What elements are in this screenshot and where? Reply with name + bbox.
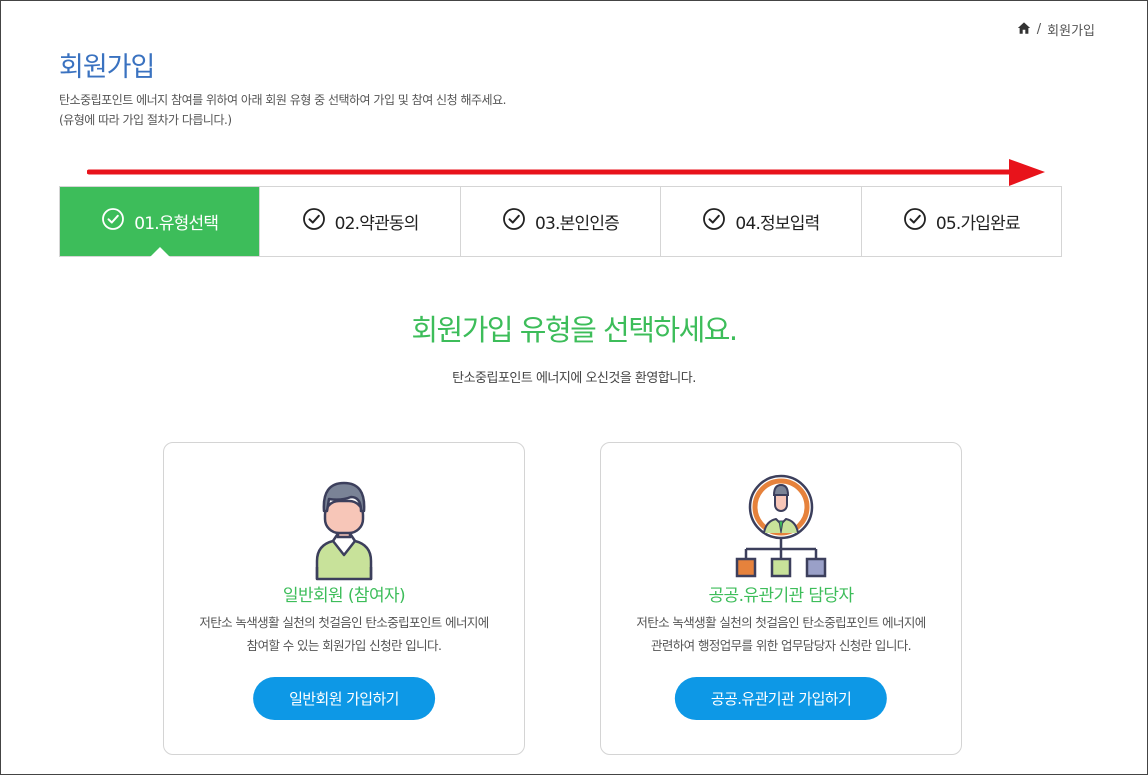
public-agency-join-button[interactable]: 공공.유관기관 가입하기: [674, 677, 888, 720]
breadcrumb: / 회원가입: [1017, 20, 1095, 39]
card-description-line: 저탄소 녹색생활 실천의 첫걸음인 탄소중립포인트 에너지에: [199, 615, 489, 630]
card-title: 일반회원 (참여자): [282, 586, 406, 606]
page-description: 탄소중립포인트 에너지 참여를 위하여 아래 회원 유형 중 선택하여 가입 및…: [59, 90, 506, 130]
public-agency-card: 공공.유관기관 담당자 저탄소 녹색생활 실천의 첫걸음인 탄소중립포인트 에너…: [600, 442, 962, 755]
step-signup-complete[interactable]: 05.가입완료: [860, 187, 1061, 256]
annotation-arrow-icon: [87, 159, 1045, 186]
step-label: 04.정보입력: [735, 214, 820, 234]
card-description-line: 저탄소 녹색생활 실천의 첫걸음인 탄소중립포인트 에너지에: [636, 615, 926, 630]
description-line-1: 탄소중립포인트 에너지 참여를 위하여 아래 회원 유형 중 선택하여 가입 및…: [59, 93, 506, 107]
check-circle-icon: [502, 207, 526, 236]
description-line-2: (유형에 따라 가입 절차가 다릅니다.): [59, 113, 232, 127]
check-circle-icon: [101, 207, 125, 236]
card-description: 저탄소 녹색생활 실천의 첫걸음인 탄소중립포인트 에너지에 관련하여 행정업무…: [601, 611, 961, 657]
check-circle-icon: [302, 207, 326, 236]
signup-steps: 01.유형선택 02.약관동의 03.본인인증 04.정보입력 05.가입완료: [59, 186, 1062, 257]
step-terms-agree[interactable]: 02.약관동의: [259, 187, 459, 256]
card-description-line: 관련하여 행정업무를 위한 업무담당자 신청란 입니다.: [650, 638, 912, 653]
card-description-line: 참여할 수 있는 회원가입 신청란 입니다.: [246, 638, 442, 653]
step-label: 01.유형선택: [134, 214, 219, 234]
welcome-text: 탄소중립포인트 에너지에 오신것을 환영합니다.: [452, 371, 696, 386]
check-circle-icon: [903, 207, 927, 236]
step-type-select[interactable]: 01.유형선택: [60, 187, 260, 256]
general-member-card: 일반회원 (참여자) 저탄소 녹색생활 실천의 첫걸음인 탄소중립포인트 에너지…: [163, 442, 525, 755]
home-icon[interactable]: [1017, 21, 1031, 39]
person-icon: [315, 481, 373, 581]
step-identity-verify[interactable]: 03.본인인증: [459, 187, 660, 256]
step-label: 05.가입완료: [935, 214, 1021, 234]
step-info-input[interactable]: 04.정보입력: [660, 187, 860, 256]
breadcrumb-separator: /: [1036, 22, 1042, 37]
organization-manager-icon: [735, 474, 827, 578]
general-join-button[interactable]: 일반회원 가입하기: [253, 677, 435, 720]
card-title: 공공.유관기관 담당자: [708, 586, 855, 606]
breadcrumb-current: 회원가입: [1047, 24, 1095, 39]
section-headline: 회원가입 유형을 선택하세요.: [411, 313, 738, 347]
step-label: 03.본인인증: [535, 214, 620, 234]
card-description: 저탄소 녹색생활 실천의 첫걸음인 탄소중립포인트 에너지에 참여할 수 있는 …: [164, 611, 524, 657]
check-circle-icon: [702, 207, 726, 236]
step-label: 02.약관동의: [334, 214, 420, 234]
page-title: 회원가입: [59, 52, 155, 83]
